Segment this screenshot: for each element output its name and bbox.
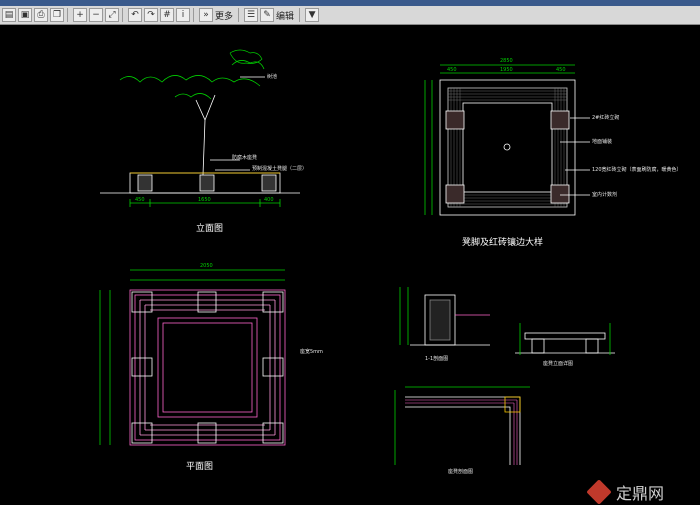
side-elevation-title: 座凳立面详图 [543,361,574,367]
side-elevation-view [515,323,615,355]
detail-note-1: 2#红砖立砌 [592,115,620,121]
section-view [399,287,490,346]
dim-detail-top: 2850 [500,58,513,64]
detail-note-3: 120宽红砖立砌（表面刷防腐，暖黄色） [592,167,682,173]
print-icon[interactable]: ⎙ [34,8,48,22]
more-button[interactable]: 更多 [215,9,233,22]
zoom-in-icon[interactable]: + [73,8,87,22]
redo-icon[interactable]: ↷ [144,8,158,22]
zoom-out-icon[interactable]: − [89,8,103,22]
filter-icon[interactable]: ▼ [305,8,320,22]
layers-icon[interactable]: ☰ [244,8,259,22]
watermark: 定鼎网 [586,479,665,505]
grid-icon[interactable]: # [160,8,174,22]
copy-icon[interactable]: ❐ [50,8,64,22]
section-title: 1-1剖面图 [425,356,449,362]
edit-button[interactable]: 编辑 [276,9,294,22]
bench-note-2: 预制混凝土凳腿（二层） [252,166,308,172]
dim-detail-a: 450 [447,67,457,73]
dim-detail-c: 450 [556,67,566,73]
save-icon[interactable]: ▣ [18,8,32,22]
open-icon[interactable]: ▤ [2,8,16,22]
dim-e3: 400 [264,197,274,203]
cad-drawing [99,49,615,465]
edit-icon[interactable]: ✎ [260,8,275,22]
seat-plan-title: 座凳剖面图 [448,469,474,475]
undo-icon[interactable]: ↶ [128,8,142,22]
detail-note-2: 地面铺装 [592,139,613,145]
bench-note-1: 防腐木座凳 [232,155,258,161]
viewer-toolbar: ▤ ▣ ⎙ ❐ + − ⤢ ↶ ↷ # i » 更多 ☰ ✎ 编辑 ▼ [0,6,700,25]
watermark-text: 定鼎网 [616,484,665,503]
toolbar-separator [67,8,68,22]
more-icon[interactable]: » [199,8,213,22]
seat-plan-view [394,386,530,465]
cad-drawing-canvas[interactable]: 立面图 平面图 凳脚及红砖镶边大样 1-1剖面图 座凳立面详图 座凳剖面图 树池… [0,25,700,505]
plan-view [99,269,286,446]
detail-title: 凳脚及红砖镶边大样 [462,238,544,248]
dim-plan-top: 2050 [200,263,213,269]
fit-icon[interactable]: ⤢ [105,8,119,22]
dim-e1: 450 [135,197,145,203]
detail-view [424,64,590,216]
elevation-title: 立面图 [196,224,224,234]
dim-detail-b: 1950 [500,67,513,73]
plan-title: 平面图 [186,462,214,472]
toolbar-separator [299,8,301,22]
dim-e2: 1650 [198,197,211,203]
toolbar-separator [193,8,194,22]
toolbar-separator [238,8,240,22]
watermark-logo-icon [586,479,612,505]
info-icon[interactable]: i [176,8,190,22]
toolbar-separator [122,8,123,22]
seat-width-note: 座宽5mm [300,349,323,355]
tree-label: 树池 [267,74,278,80]
detail-note-4: 室内计数剂 [592,192,618,198]
